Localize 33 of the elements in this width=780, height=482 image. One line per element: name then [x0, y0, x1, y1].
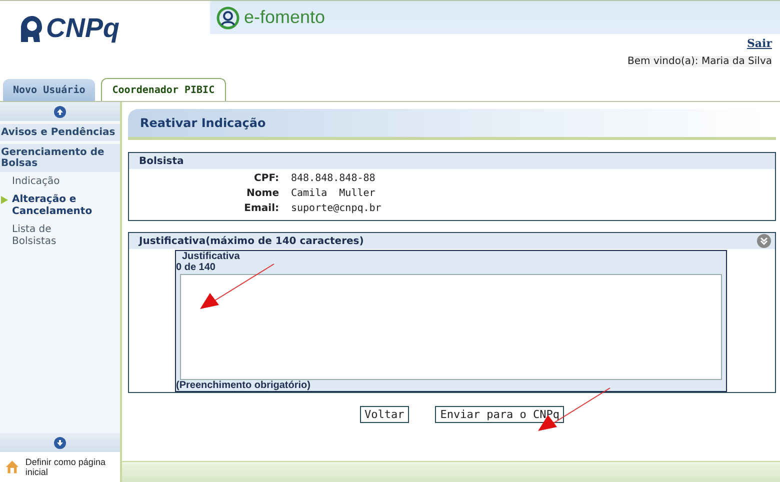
field-label: CPF: [253, 173, 279, 184]
field-value: Camila Muller [291, 188, 376, 199]
field-value: 848.848.848-88 [291, 173, 376, 184]
panel-title: Bolsista [139, 156, 184, 166]
sidebar-item[interactable]: Indicação [0, 174, 100, 190]
sidebar-section[interactable]: Gerenciamento de Bolsas [0, 144, 120, 172]
action-button[interactable]: Enviar para o CNPq [435, 406, 564, 423]
action-button[interactable]: Voltar [360, 406, 410, 423]
field-label: Email: [243, 203, 279, 214]
field-label: Nome [246, 188, 279, 199]
collapse-icon[interactable] [757, 234, 771, 248]
head-logo-icon [18, 14, 44, 44]
scroll-down-icon[interactable] [54, 436, 66, 448]
page-title: Reativar Indicação [128, 109, 776, 140]
field-value: suporte@cnpq.br [291, 203, 382, 214]
welcome-text: Bem vindo(a): Maria da Silva [628, 56, 772, 67]
person-logo-icon [216, 6, 240, 30]
house-icon[interactable] [5, 459, 20, 475]
triangle-icon [1, 196, 8, 204]
logo-text: CNPq [46, 13, 120, 44]
character-counter: 0 de 140 [176, 262, 216, 273]
sidebar-item[interactable]: Alteração e Cancelamento [0, 192, 100, 220]
scroll-up-icon[interactable] [54, 106, 66, 118]
app-name: e-fomento [244, 7, 326, 28]
tab[interactable]: Coordenador PIBIC [101, 78, 226, 101]
sidebar-item[interactable]: Lista de Bolsistas [0, 222, 100, 250]
field-label: Justificativa [181, 251, 241, 262]
tab[interactable]: Novo Usuário [3, 79, 96, 101]
justificativa-input[interactable] [180, 274, 722, 380]
required-note: (Preenchimento obrigatório) [176, 380, 312, 391]
sidebar-section[interactable]: Avisos e Pendências [0, 124, 120, 141]
panel-title: Justificativa(máximo de 140 caracteres) [139, 236, 364, 246]
logout-link[interactable]: Sair [746, 37, 772, 50]
